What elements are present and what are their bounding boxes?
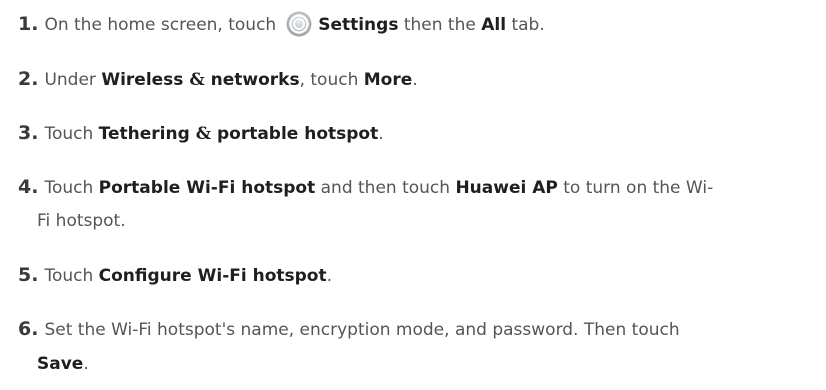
step-number: 5.	[18, 264, 39, 286]
step-text: and then touch	[315, 178, 456, 198]
step-text: Touch	[44, 266, 99, 286]
step-6-continuation: Save.	[37, 351, 89, 377]
step-bold: Portable Wi-Fi hotspot	[98, 178, 316, 198]
step-text: Under	[44, 70, 102, 90]
step-text: then the	[398, 15, 482, 35]
step-bold: All	[481, 15, 507, 35]
step-bold: Wireless	[101, 70, 190, 90]
step-text: tab.	[506, 15, 545, 35]
settings-gear-icon	[286, 11, 312, 37]
step-bold: Save	[37, 354, 84, 374]
step-text: to turn on the Wi-	[557, 178, 714, 198]
step-text: .	[378, 124, 384, 144]
step-number: 3.	[18, 122, 39, 144]
step-bold-amp: &	[189, 70, 205, 90]
step-1: 1. On the home screen, touch Settings th…	[18, 11, 818, 38]
step-number: 1.	[18, 13, 39, 35]
step-text: .	[83, 354, 89, 374]
step-bold: Configure Wi-Fi hotspot	[98, 266, 327, 286]
step-bold: More	[363, 70, 413, 90]
step-text: Touch	[44, 178, 99, 198]
step-text: .	[412, 70, 418, 90]
step-text: , touch	[299, 70, 364, 90]
step-text: Touch	[44, 124, 99, 144]
step-bold: Tethering	[98, 124, 196, 144]
step-2: 2. Under Wireless & networks, touch More.	[18, 66, 818, 93]
step-bold: portable hotspot	[211, 124, 379, 144]
step-text: On the home screen, touch	[44, 15, 277, 35]
step-6: 6. Set the Wi-Fi hotspot's name, encrypti…	[18, 316, 818, 343]
step-number: 4.	[18, 176, 39, 198]
step-text: .	[326, 266, 333, 286]
step-bold-amp: &	[195, 124, 212, 144]
step-4: 4. Touch Portable Wi-Fi hotspot and then …	[18, 174, 818, 201]
step-3: 3. Touch Tethering & portable hotspot.	[18, 120, 818, 147]
step-4-continuation: Fi hotspot.	[37, 211, 126, 231]
step-number: 6.	[18, 318, 39, 340]
step-bold: Settings	[318, 15, 399, 35]
step-bold: Huawei AP	[455, 178, 558, 198]
step-number: 2.	[18, 68, 39, 90]
step-text: Set the Wi-Fi hotspot's name, encryption…	[44, 320, 680, 340]
step-bold: networks	[204, 70, 300, 90]
step-5: 5. Touch Configure Wi-Fi hotspot.	[18, 262, 818, 289]
